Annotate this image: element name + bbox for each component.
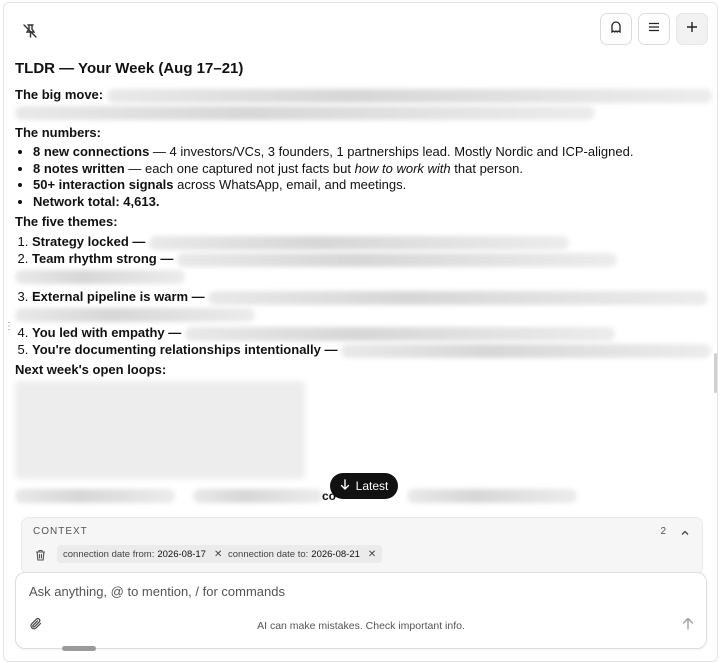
list-item: External pipeline is warm — [15,288,715,322]
message-title: TLDR — Your Week (Aug 17–21) [15,60,244,77]
vertical-scrollbar[interactable] [714,353,717,393]
list-item: You led with empathy — [32,324,715,341]
pin-off-icon[interactable] [18,19,42,43]
menu-button[interactable] [638,13,670,45]
trash-icon[interactable] [35,548,46,566]
composer-input[interactable]: Ask anything, @ to mention, / for comman… [29,584,285,599]
arrow-down-icon [340,479,350,493]
assistant-message: TLDR — Your Week (Aug 17–21) The big mov… [15,59,715,507]
chevron-up-icon[interactable] [680,525,690,543]
new-chat-button[interactable] [676,13,708,45]
chat-panel: ⋮ TLDR — Your Week (Aug 17–21) The big m… [3,2,718,662]
latest-label: Latest [355,479,389,493]
redacted-open-loops [15,381,305,479]
list-item: Network total: 4,613. [33,194,715,211]
list-item: You're documenting relationships intenti… [32,341,715,358]
list-item: 50+ interaction signals across WhatsApp,… [33,177,715,194]
horizontal-scrollbar[interactable] [62,646,96,651]
list-item: Team rhythm strong — [15,250,715,284]
context-chip-date-from[interactable]: connection date from: 2026-08-17 ✕ [57,545,229,563]
themes-list: Strategy locked — Team rhythm strong — E… [15,233,715,358]
send-arrow-icon[interactable] [682,617,694,635]
numbers-heading: The numbers: [15,125,101,140]
big-move-label: The big move: [15,87,104,102]
context-count: 2 [660,526,666,537]
drag-handle[interactable]: ⋮ [4,322,14,332]
list-item: 8 notes written — each one captured not … [33,161,715,178]
list-item: Strategy locked — [32,233,715,250]
close-icon[interactable]: ✕ [368,549,376,560]
big-move-line: The big move: [15,86,715,103]
open-loops-heading: Next week's open loops: [15,362,167,377]
redacted-text [15,105,595,120]
context-panel: CONTEXT 2 connection date from: 2026-08-… [21,517,703,575]
ghost-button[interactable] [600,13,632,45]
context-chip-date-to[interactable]: connection date to: 2026-08-21 ✕ [222,545,383,563]
themes-heading: The five themes: [15,214,118,229]
context-label: CONTEXT [33,526,88,537]
menu-icon [648,20,660,38]
message-composer[interactable]: Ask anything, @ to mention, / for comman… [15,572,707,649]
jump-to-latest-button[interactable]: Latest [330,473,398,499]
plus-icon [686,20,698,38]
list-item: 8 new connections — 4 investors/VCs, 3 f… [33,144,715,161]
disclaimer-text: AI can make mistakes. Check important in… [257,620,465,632]
redacted-text [106,88,712,103]
numbers-list: 8 new connections — 4 investors/VCs, 3 f… [15,144,715,210]
ghost-icon [609,20,623,39]
big-move-line-2 [15,103,715,121]
